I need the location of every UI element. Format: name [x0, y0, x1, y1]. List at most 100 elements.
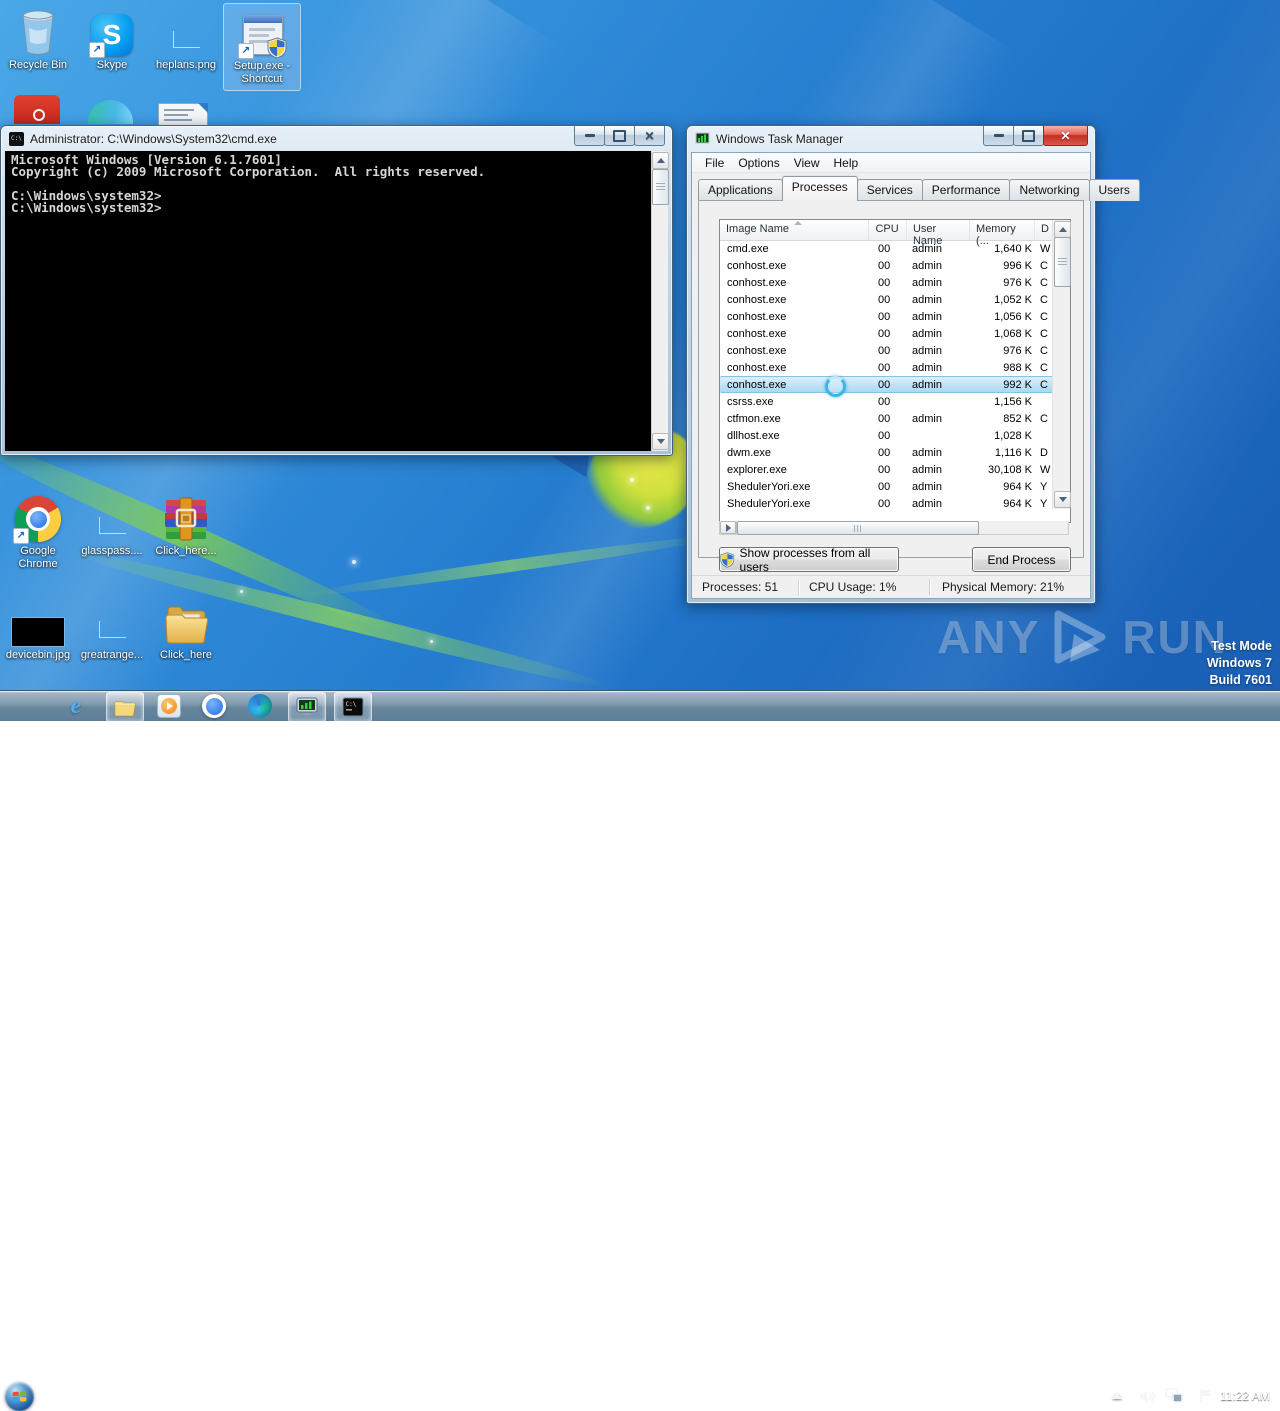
table-row[interactable]: dllhost.exe 00 1,028 K	[720, 427, 1053, 444]
tray-clock[interactable]: 11:22 AM	[1218, 1381, 1272, 1411]
table-row[interactable]: ShedulerYori.exe 00 admin 964 KY	[720, 478, 1053, 495]
menu-help[interactable]: Help	[827, 154, 866, 172]
cmd-titlebar[interactable]: C:\ Administrator: C:\Windows\System32\c…	[1, 126, 672, 152]
console-text: Microsoft Windows [Version 6.1.7601] Cop…	[11, 152, 486, 215]
table-row[interactable]: conhost.exe 00 admin 996 KC	[720, 257, 1053, 274]
folder-icon	[165, 606, 209, 644]
start-button[interactable]	[5, 1382, 34, 1411]
tray-action-center[interactable]	[1198, 1381, 1214, 1411]
tab-applications[interactable]: Applications	[698, 179, 783, 201]
chrome-icon	[202, 694, 226, 718]
task-manager-window: Windows Task Manager ✕ File Options View He…	[686, 125, 1140, 604]
table-cell: 1,156 K	[994, 395, 1032, 408]
column-header-user-name[interactable]: User Name	[907, 220, 971, 247]
desktop-icon-recycle-bin[interactable]: Recycle Bin	[0, 6, 76, 72]
status-cpu-usage: CPU Usage: 1%	[809, 580, 897, 594]
table-row[interactable]: conhost.exe 00 admin 992 KC	[720, 376, 1053, 393]
scroll-thumb[interactable]	[652, 169, 669, 205]
scroll-thumb[interactable]	[1054, 237, 1071, 287]
console-scrollbar[interactable]	[651, 151, 669, 451]
console-area[interactable]: Microsoft Windows [Version 6.1.7601] Cop…	[5, 151, 669, 451]
table-row[interactable]: conhost.exe 00 admin 976 KC	[720, 342, 1053, 359]
table-row[interactable]: csrss.exe 00 1,156 K	[720, 393, 1053, 410]
taskbar-edge[interactable]	[242, 692, 278, 720]
maximize-button[interactable]	[1013, 126, 1044, 146]
desktop-icon-greatrange[interactable]: greatrange...	[74, 596, 150, 662]
column-header-memory[interactable]: Memory (...	[970, 220, 1036, 247]
desktop[interactable]: Recycle Bin S ↗ Skype heplans.png ↗ Setu…	[0, 0, 1280, 690]
tray-show-hidden[interactable]	[1112, 1381, 1122, 1411]
column-header-image-name[interactable]: Image Name	[720, 220, 870, 240]
table-row[interactable]: conhost.exe 00 admin 1,056 KC	[720, 308, 1053, 325]
taskbar-windows-explorer[interactable]	[106, 692, 144, 722]
menu-file[interactable]: File	[698, 154, 731, 172]
partial-app-icon[interactable]	[88, 100, 133, 124]
minimize-button[interactable]	[574, 126, 605, 146]
tray-volume[interactable]	[1139, 1381, 1156, 1411]
partial-app-icon[interactable]	[14, 95, 60, 124]
desktop-icon-devicebin[interactable]: devicebin.jpg	[0, 596, 76, 662]
icon-label: Recycle Bin	[8, 59, 68, 71]
column-header-description[interactable]: D	[1035, 220, 1053, 240]
taskbar-cmd[interactable]: C:\	[334, 692, 372, 722]
end-process-button[interactable]: End Process	[972, 547, 1071, 572]
icon-label: glasspass....	[81, 545, 143, 557]
table-cell: 00	[878, 259, 891, 272]
table-row[interactable]: conhost.exe 00 admin 1,052 KC	[720, 291, 1053, 308]
table-row[interactable]: cmd.exe 00 admin 1,640 KW	[720, 240, 1053, 257]
scroll-right-button[interactable]	[720, 521, 736, 534]
tab-networking[interactable]: Networking	[1009, 179, 1090, 201]
setup-installer-icon: ↗	[238, 13, 287, 59]
taskbar-task-manager[interactable]	[288, 692, 326, 722]
desktop-icon-google-chrome[interactable]: ↗ Google Chrome	[0, 492, 76, 571]
table-row[interactable]: conhost.exe 00 admin 988 KC	[720, 359, 1053, 376]
chrome-icon: ↗	[13, 496, 61, 544]
close-button[interactable]: ✕	[1043, 126, 1088, 146]
taskbar-internet-explorer[interactable]: e	[58, 692, 94, 720]
menu-options[interactable]: Options	[731, 154, 786, 172]
process-list-hscrollbar[interactable]	[719, 521, 1069, 535]
desktop-icon-click-here-folder[interactable]: Click_here	[148, 596, 224, 662]
table-row[interactable]: ShedulerYori.exe 00 admin 964 KY	[720, 495, 1053, 510]
tray-network[interactable]	[1165, 1381, 1184, 1411]
scroll-up-button[interactable]	[1054, 221, 1071, 238]
close-button[interactable]: ✕	[634, 126, 665, 146]
show-all-processes-button[interactable]: Show processes from all users	[719, 546, 899, 574]
tab-services[interactable]: Services	[856, 179, 923, 201]
table-row[interactable]: conhost.exe 00 admin 1,068 KC	[720, 325, 1053, 342]
tab-users[interactable]: Users	[1088, 179, 1140, 201]
desktop-icon-skype[interactable]: S ↗ Skype	[74, 6, 150, 72]
table-cell: admin	[912, 497, 942, 510]
taskbar-chrome[interactable]	[196, 692, 232, 720]
table-row[interactable]: conhost.exe 00 admin 976 KC	[720, 274, 1053, 291]
table-row[interactable]: ctfmon.exe 00 admin 852 KC	[720, 410, 1053, 427]
scroll-down-button[interactable]	[1054, 491, 1071, 508]
tab-performance[interactable]: Performance	[921, 179, 1011, 201]
table-cell: admin	[912, 361, 942, 374]
table-cell: 00	[878, 395, 891, 408]
column-header-cpu[interactable]: CPU	[869, 220, 907, 240]
maximize-button[interactable]	[604, 126, 635, 146]
tab-processes[interactable]: Processes	[781, 176, 858, 201]
table-cell: 00	[878, 361, 891, 374]
table-cell: admin	[912, 344, 942, 357]
desktop-icon-glasspass[interactable]: glasspass....	[74, 492, 150, 558]
menu-view[interactable]: View	[787, 154, 827, 172]
table-cell: ShedulerYori.exe	[727, 497, 811, 510]
minimize-button[interactable]	[983, 126, 1014, 146]
table-row[interactable]: dwm.exe 00 admin 1,116 KD	[720, 444, 1053, 461]
tm-titlebar[interactable]: Windows Task Manager ✕	[687, 126, 1095, 152]
table-cell: explorer.exe	[727, 463, 787, 476]
desktop-icon-setup-exe[interactable]: ↗ Setup.exe - Shortcut	[223, 3, 301, 91]
partial-document-icon[interactable]	[158, 103, 208, 126]
edge-icon	[248, 694, 272, 718]
taskbar-media-player[interactable]	[151, 692, 187, 720]
desktop-icon-click-here-rar[interactable]: Click_here...	[148, 492, 224, 558]
scroll-thumb[interactable]	[737, 521, 979, 535]
process-list-vscrollbar[interactable]	[1052, 220, 1071, 509]
scroll-up-button[interactable]	[652, 152, 669, 169]
desktop-icon-heplans[interactable]: heplans.png	[148, 6, 224, 72]
table-row[interactable]: explorer.exe 00 admin 30,108 KW	[720, 461, 1053, 478]
scroll-down-button[interactable]	[652, 433, 669, 450]
svg-text:C:\: C:\	[11, 135, 22, 142]
